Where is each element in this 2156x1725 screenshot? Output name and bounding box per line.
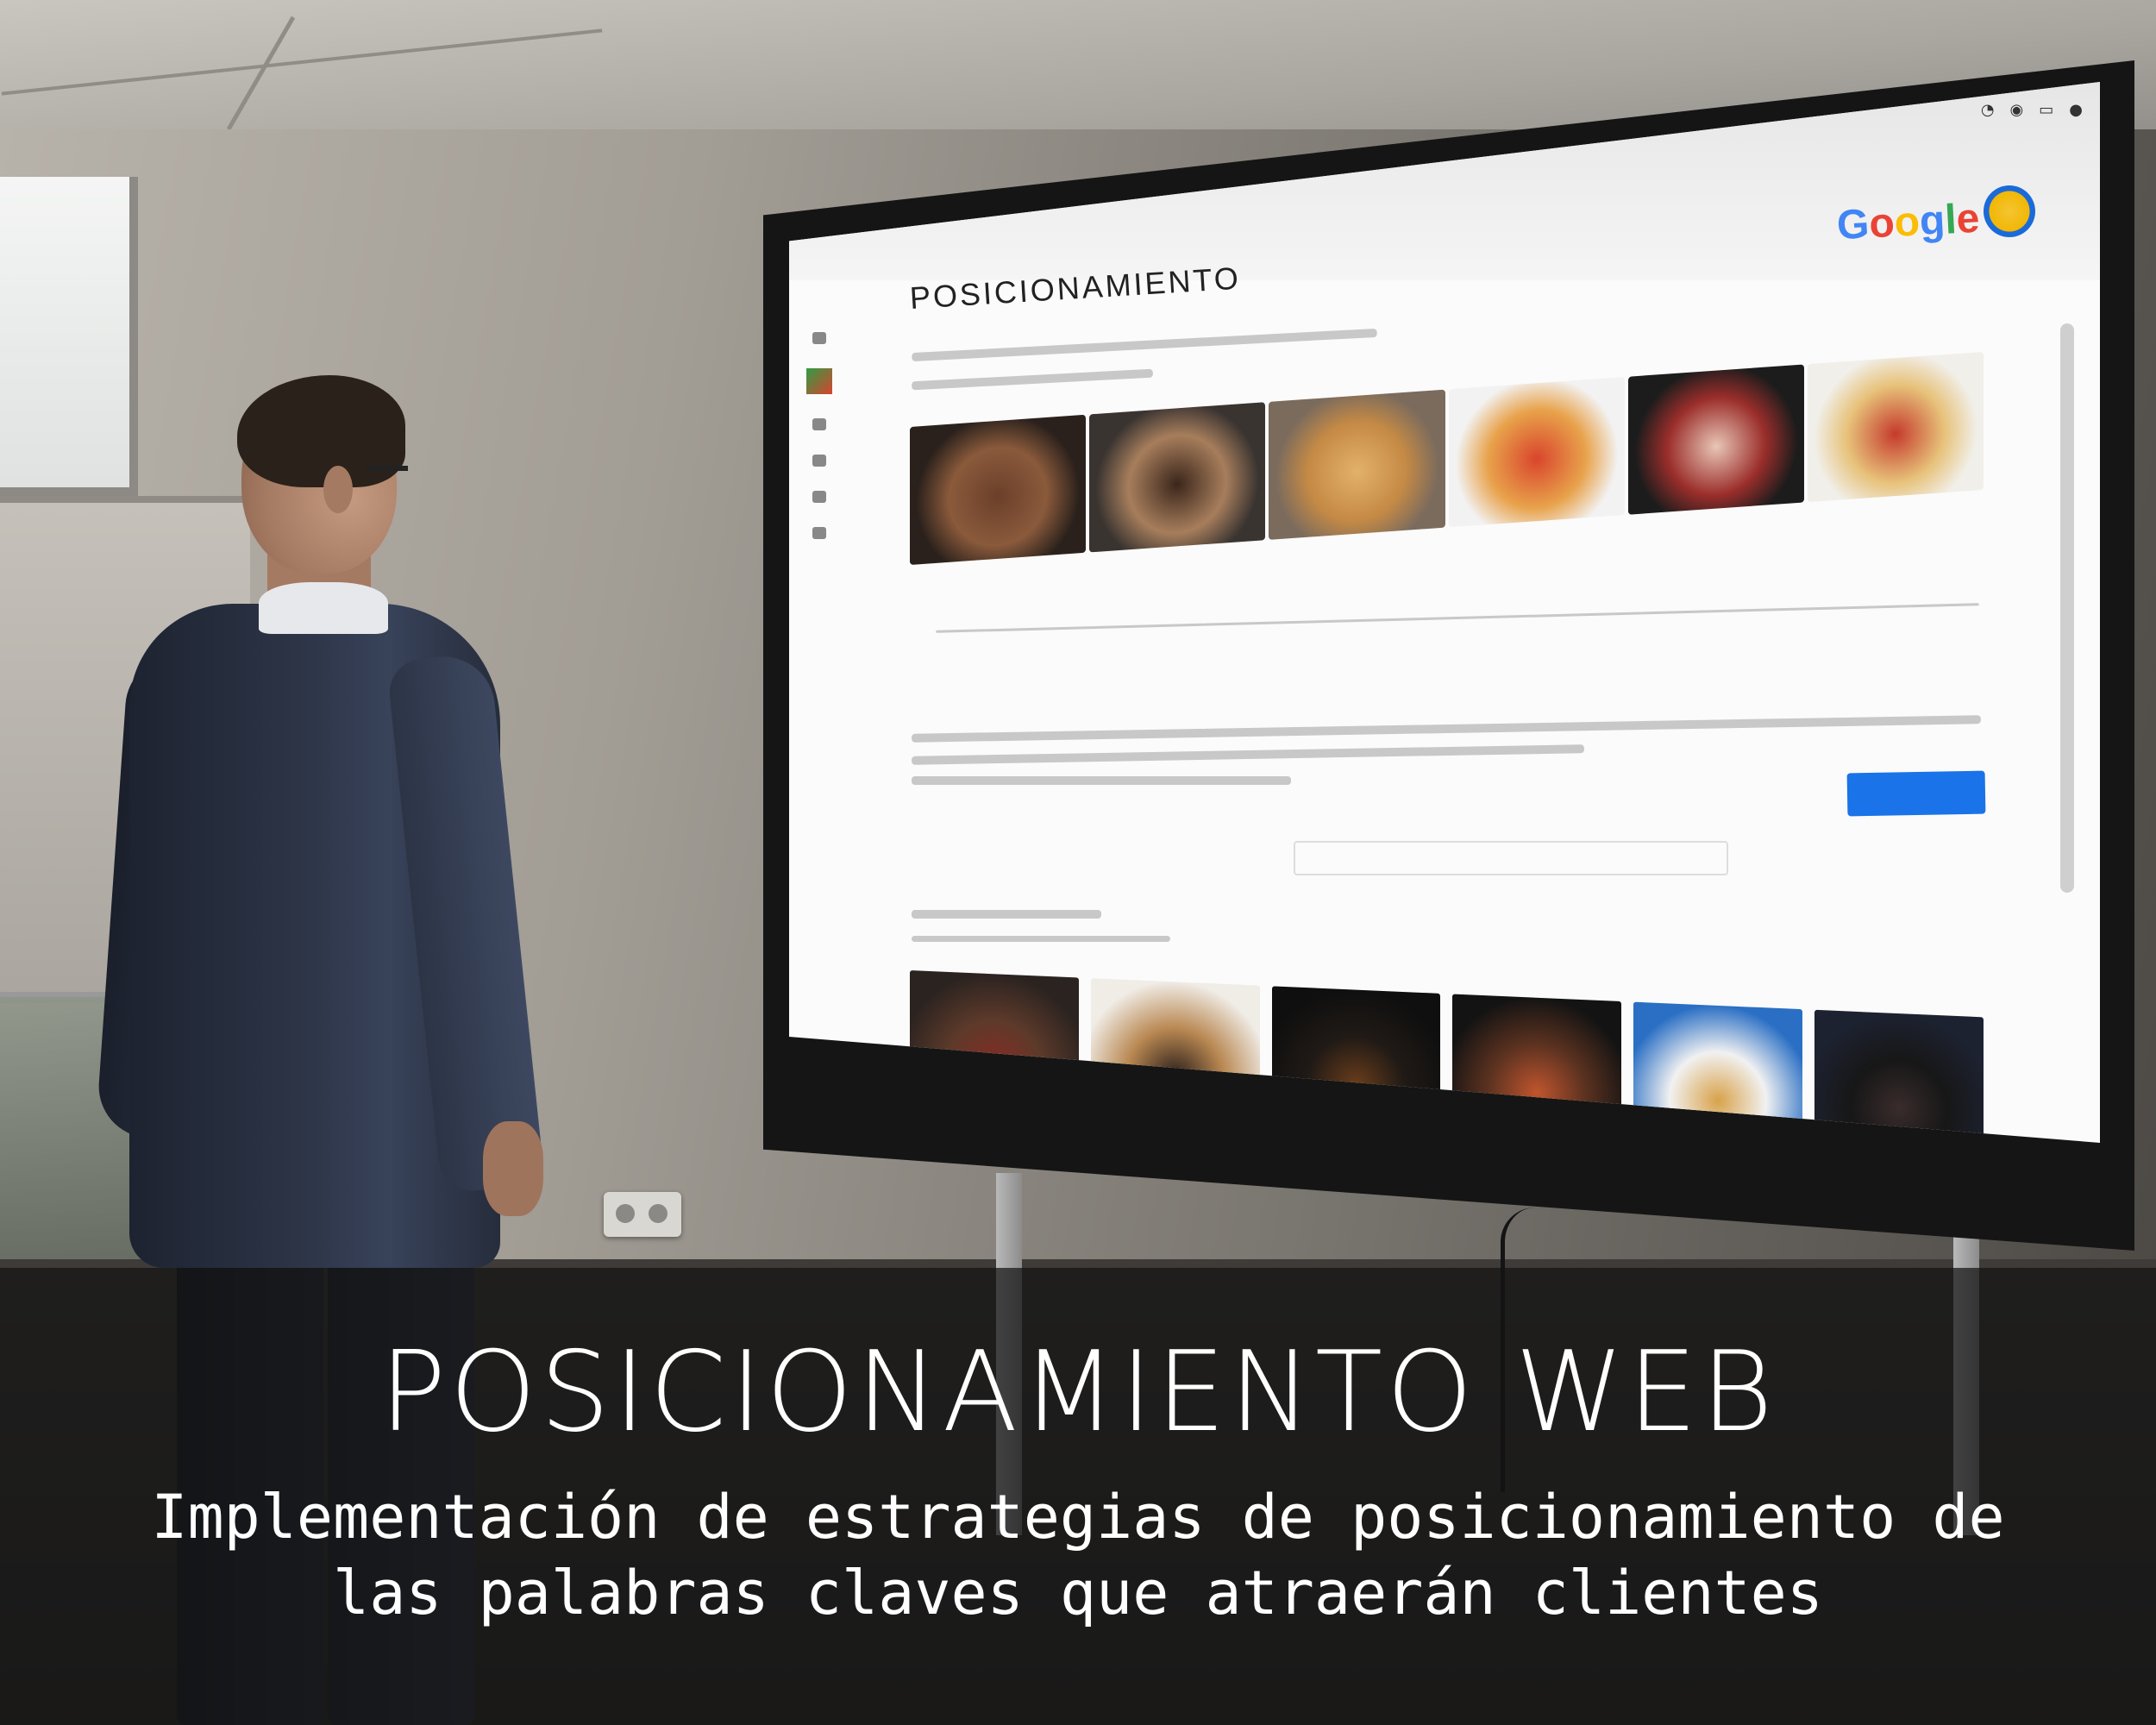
shirt-collar bbox=[259, 582, 388, 634]
text-line bbox=[911, 744, 1585, 765]
text-line bbox=[912, 776, 1291, 785]
app-icon bbox=[806, 368, 832, 394]
food-image bbox=[1089, 402, 1266, 553]
food-image bbox=[910, 414, 1087, 565]
text-line bbox=[912, 328, 1377, 362]
section-heading-line bbox=[912, 910, 1101, 919]
window-controls: ◔ ◉ ▭ ● bbox=[1981, 101, 2083, 119]
presenter-hand bbox=[483, 1121, 543, 1216]
wall-outlet bbox=[604, 1192, 681, 1237]
rail-item-icon bbox=[812, 491, 826, 503]
caption-subtitle: Implementación de estrategias de posicio… bbox=[151, 1482, 2005, 1628]
food-image bbox=[1269, 389, 1445, 540]
glasses bbox=[367, 466, 408, 471]
food-image bbox=[1448, 377, 1625, 528]
battery-icon: ▭ bbox=[2039, 101, 2054, 119]
caption-title: POSICIONAMIENTO WEB bbox=[379, 1328, 1777, 1457]
food-image bbox=[1627, 364, 1804, 515]
text-line bbox=[911, 368, 1154, 391]
food-image bbox=[1807, 351, 1984, 503]
rail-item-icon bbox=[812, 455, 826, 467]
google-logo: Google bbox=[1835, 195, 1981, 249]
text-line bbox=[912, 715, 1981, 743]
network-icon: ◔ bbox=[1980, 101, 1995, 119]
avatar bbox=[1984, 185, 2035, 237]
text-line bbox=[912, 936, 1170, 942]
rail-item-icon bbox=[812, 527, 826, 539]
secondary-button[interactable] bbox=[1294, 841, 1728, 875]
menu-icon bbox=[812, 332, 826, 344]
food-image-strip bbox=[910, 351, 1984, 565]
side-rail bbox=[798, 263, 841, 763]
scrollbar[interactable] bbox=[2060, 323, 2074, 893]
rail-item-icon bbox=[812, 418, 826, 430]
presenter-ear bbox=[323, 466, 353, 513]
settings-icon: ● bbox=[2069, 101, 2083, 119]
user-icon: ◉ bbox=[2009, 101, 2024, 119]
primary-button[interactable] bbox=[1846, 770, 1986, 817]
search-field-line bbox=[936, 603, 1979, 633]
display-screen: ◔ ◉ ▭ ● Google POSICIONAMIENTO bbox=[789, 82, 2100, 1143]
